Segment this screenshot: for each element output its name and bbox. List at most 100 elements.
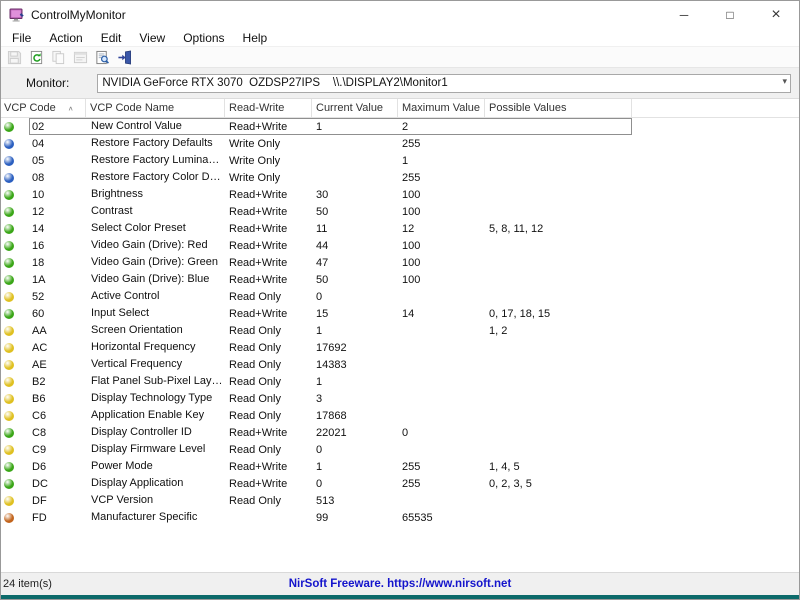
- yellow-status-dot-icon: [4, 444, 14, 455]
- green-status-dot-icon: [4, 121, 14, 132]
- green-status-dot-icon: [4, 240, 14, 251]
- table-row[interactable]: B6 Display Technology Type Read Only 3: [1, 390, 632, 407]
- read-write-cell: Read+Write: [229, 239, 288, 252]
- possible-values-cell: [485, 373, 632, 390]
- read-write-cell: Write Only: [229, 171, 281, 184]
- table-row[interactable]: 10 Brightness Read+Write 30 100: [1, 186, 632, 203]
- current-value-cell: 1: [316, 375, 323, 388]
- table-row[interactable]: C6 Application Enable Key Read Only 1786…: [1, 407, 632, 424]
- minimize-button[interactable]: ─: [661, 1, 707, 29]
- yellow-status-dot-icon: [4, 291, 14, 302]
- table-row[interactable]: 04 Restore Factory Defaults Write Only 2…: [1, 135, 632, 152]
- table-row[interactable]: 1A Video Gain (Drive): Blue Read+Write 5…: [1, 271, 632, 288]
- table-row[interactable]: AE Vertical Frequency Read Only 14383: [1, 356, 632, 373]
- column-header-vcp-code[interactable]: VCP Code ∧: [1, 99, 86, 117]
- vcp-code-cell: D6: [1, 458, 86, 475]
- blue-status-dot-icon: [4, 172, 14, 183]
- table-row[interactable]: DC Display Application Read+Write 0 255 …: [1, 475, 632, 492]
- table-row[interactable]: 60 Input Select Read+Write 15 14 0, 17, …: [1, 305, 632, 322]
- possible-values-cell: 0, 17, 18, 15: [489, 307, 551, 320]
- save-icon[interactable]: [6, 49, 23, 66]
- menu-bar: File Action Edit View Options Help: [1, 29, 799, 47]
- maximum-value-cell: 255: [402, 137, 421, 150]
- table-row[interactable]: C8 Display Controller ID Read+Write 2202…: [1, 424, 632, 441]
- table-row[interactable]: 52 Active Control Read Only 0: [1, 288, 632, 305]
- possible-values-cell: [485, 441, 632, 458]
- read-write-cell: Read Only: [229, 358, 281, 371]
- table-row[interactable]: 18 Video Gain (Drive): Green Read+Write …: [1, 254, 632, 271]
- current-value-cell: 3: [316, 392, 323, 405]
- vcp-name-cell: Application Enable Key: [91, 409, 205, 421]
- table-row[interactable]: 08 Restore Factory Color Defaul... Write…: [1, 169, 632, 186]
- chevron-down-icon: ▾: [782, 75, 787, 86]
- table-row[interactable]: B2 Flat Panel Sub-Pixel Layout Read Only…: [1, 373, 632, 390]
- maximum-value-cell: [398, 441, 485, 458]
- yellow-status-dot-icon: [4, 410, 14, 421]
- table-header: VCP Code ∧ VCP Code Name Read-Write Curr…: [1, 99, 799, 118]
- column-header-possible-values[interactable]: Possible Values: [485, 99, 632, 117]
- maximum-value-cell: [398, 322, 485, 339]
- menu-edit[interactable]: Edit: [92, 29, 131, 46]
- vcp-code-cell: 10: [1, 186, 86, 203]
- properties-icon[interactable]: [72, 49, 89, 66]
- maximum-value-cell: [398, 373, 485, 390]
- green-status-dot-icon: [4, 461, 14, 472]
- read-write-cell: Read Only: [229, 324, 281, 337]
- table-row[interactable]: 16 Video Gain (Drive): Red Read+Write 44…: [1, 237, 632, 254]
- possible-values-cell: 1, 2: [489, 324, 508, 337]
- possible-values-cell: [485, 339, 632, 356]
- table-row[interactable]: D6 Power Mode Read+Write 1 255 1, 4, 5: [1, 458, 632, 475]
- vcp-name-cell: Flat Panel Sub-Pixel Layout: [91, 375, 225, 387]
- maximum-value-cell: 100: [402, 188, 421, 201]
- read-write-cell: Read+Write: [229, 120, 288, 133]
- maximum-value-cell: [398, 492, 485, 509]
- copy-icon[interactable]: [50, 49, 67, 66]
- maximum-value-cell: 100: [402, 239, 421, 252]
- column-header-vcp-code-name[interactable]: VCP Code Name: [86, 99, 225, 117]
- green-status-dot-icon: [4, 478, 14, 489]
- vcp-code-cell: 05: [1, 152, 86, 169]
- possible-values-cell: [485, 135, 632, 152]
- table-row[interactable]: AA Screen Orientation Read Only 1 1, 2: [1, 322, 632, 339]
- vcp-code-cell: C8: [1, 424, 86, 441]
- vcp-name-cell: Display Firmware Level: [91, 443, 206, 455]
- close-button[interactable]: ×: [753, 1, 799, 29]
- column-header-maximum-value[interactable]: Maximum Value: [398, 99, 485, 117]
- read-write-cell: Read+Write: [229, 426, 288, 439]
- table-row[interactable]: C9 Display Firmware Level Read Only 0: [1, 441, 632, 458]
- vcp-code-cell: 60: [1, 305, 86, 322]
- possible-values-cell: [485, 509, 632, 526]
- nirsoft-link[interactable]: NirSoft Freeware. https://www.nirsoft.ne…: [1, 578, 799, 590]
- vcp-name-cell: Contrast: [91, 205, 133, 217]
- maximum-value-cell: 0: [402, 426, 409, 439]
- current-value-cell: 22021: [316, 426, 347, 439]
- vcp-name-cell: Display Controller ID: [91, 426, 192, 438]
- read-write-cell: Read+Write: [229, 273, 288, 286]
- maximum-value-cell: [398, 288, 485, 305]
- column-header-read-write[interactable]: Read-Write: [225, 99, 312, 117]
- table-row[interactable]: FD Manufacturer Specific 99 65535: [1, 509, 632, 526]
- menu-view[interactable]: View: [130, 29, 174, 46]
- vcp-name-cell: Display Technology Type: [91, 392, 213, 404]
- table-row[interactable]: 14 Select Color Preset Read+Write 11 12 …: [1, 220, 632, 237]
- orange-status-dot-icon: [4, 512, 14, 523]
- properties-dialog-icon[interactable]: [94, 49, 111, 66]
- table-row[interactable]: AC Horizontal Frequency Read Only 17692: [1, 339, 632, 356]
- table-row[interactable]: DF VCP Version Read Only 513: [1, 492, 632, 509]
- maximize-button[interactable]: □: [707, 1, 753, 29]
- menu-help[interactable]: Help: [234, 29, 277, 46]
- refresh-icon[interactable]: [28, 49, 45, 66]
- column-header-current-value[interactable]: Current Value: [312, 99, 398, 117]
- table-row[interactable]: 12 Contrast Read+Write 50 100: [1, 203, 632, 220]
- current-value-cell: 513: [316, 494, 335, 507]
- table-row[interactable]: 05 Restore Factory Luminance/ ... Write …: [1, 152, 632, 169]
- menu-action[interactable]: Action: [40, 29, 91, 46]
- monitor-select[interactable]: NVIDIA GeForce RTX 3070 OZDSP27IPS \\.\D…: [97, 73, 791, 93]
- menu-options[interactable]: Options: [174, 29, 233, 46]
- possible-values-cell: 5, 8, 11, 12: [489, 222, 544, 235]
- vcp-code-cell: 14: [1, 220, 86, 237]
- current-value-cell: 0: [316, 290, 323, 303]
- table-row[interactable]: 02 New Control Value Read+Write 1 2: [1, 118, 632, 135]
- menu-file[interactable]: File: [3, 29, 40, 46]
- exit-icon[interactable]: [116, 49, 133, 66]
